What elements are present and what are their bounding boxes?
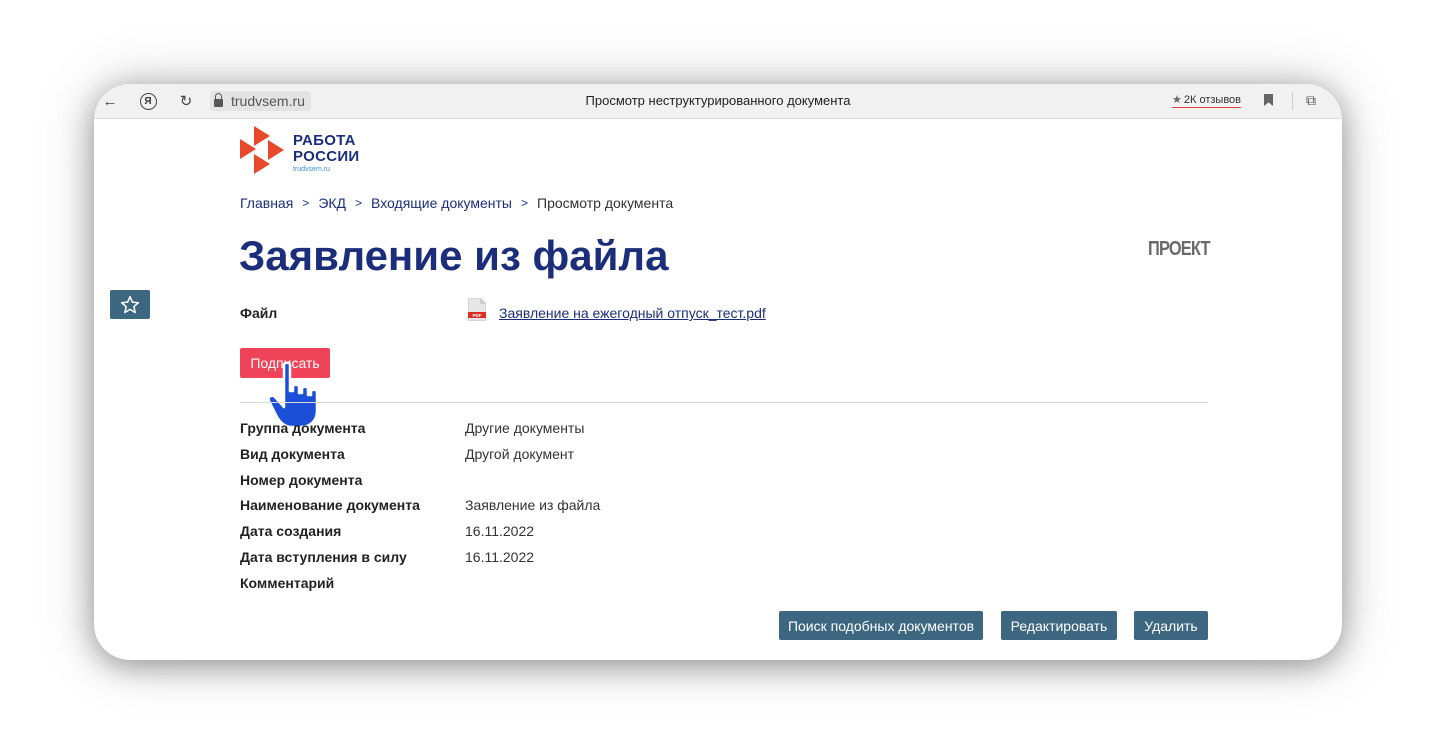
logo-text: РАБОТА РОССИИ: [293, 133, 360, 165]
favorite-button[interactable]: [110, 290, 150, 319]
prop-label: Вид документа: [240, 445, 345, 462]
logo-line-2: РОССИИ: [293, 148, 360, 165]
prop-value: Другой документ: [465, 445, 575, 462]
section-divider: [240, 402, 1208, 403]
browser-window: ← Я ↻ trudvsem.ru Просмотр неструктуриро…: [94, 84, 1342, 660]
breadcrumb-home[interactable]: Главная: [240, 195, 293, 211]
breadcrumb-current: Просмотр документа: [537, 195, 674, 211]
reviews-link[interactable]: ★ 2К отзывов: [1172, 93, 1242, 108]
site-logo[interactable]: РАБОТА РОССИИ trudvsem.ru: [240, 126, 370, 174]
edit-button[interactable]: Редактировать: [1001, 611, 1117, 640]
prop-label: Комментарий: [240, 574, 335, 591]
pdf-file-icon: PDF: [468, 298, 486, 321]
logo-subtitle: trudvsem.ru: [293, 166, 330, 173]
prop-value: Заявление из файла: [465, 497, 601, 514]
chevron-right-icon: >: [521, 196, 529, 210]
prop-label: Наименование документа: [240, 497, 420, 514]
search-similar-button[interactable]: Поиск подобных документов: [779, 611, 983, 640]
prop-label: Дата вступления в силу: [240, 548, 407, 565]
file-download-link[interactable]: Заявление на ежегодный отпуск_тест.pdf: [499, 305, 766, 321]
delete-button[interactable]: Удалить: [1134, 611, 1208, 640]
chevron-right-icon: >: [355, 196, 363, 210]
file-label: Файл: [240, 305, 278, 321]
toolbar-divider: [1292, 92, 1293, 110]
prop-label: Номер документа: [240, 471, 363, 488]
prop-value: 16.11.2022: [465, 523, 535, 540]
extensions-icon[interactable]: ⧉: [1306, 92, 1316, 109]
breadcrumb: Главная > ЭКД > Входящие документы > Про…: [240, 195, 673, 211]
breadcrumb-incoming[interactable]: Входящие документы: [371, 195, 512, 211]
svg-text:PDF: PDF: [473, 313, 482, 318]
tab-title: Просмотр неструктурированного документа: [585, 93, 851, 108]
page-title: Заявление из файла: [239, 232, 669, 279]
star-outline-icon: [120, 295, 140, 313]
logo-triangles-icon: [240, 126, 284, 174]
screenshot-stage: ← Я ↻ trudvsem.ru Просмотр неструктуриро…: [0, 0, 1436, 744]
prop-value: Другие документы: [465, 420, 585, 436]
prop-label: Дата создания: [240, 523, 342, 540]
logo-line-1: РАБОТА: [293, 132, 356, 149]
reviews-text: 2К отзывов: [1183, 94, 1242, 106]
draft-stamp: ПРОЕКТ: [1148, 238, 1211, 260]
chevron-right-icon: >: [302, 196, 310, 210]
star-icon: ★: [1172, 94, 1182, 106]
breadcrumb-ekd[interactable]: ЭКД: [318, 195, 346, 211]
prop-label: Группа документа: [240, 420, 366, 436]
browser-toolbar: ← Я ↻ trudvsem.ru Просмотр неструктуриро…: [94, 84, 1342, 119]
prop-value: 16.11.2022: [465, 548, 535, 565]
hand-cursor-icon: [267, 361, 319, 429]
